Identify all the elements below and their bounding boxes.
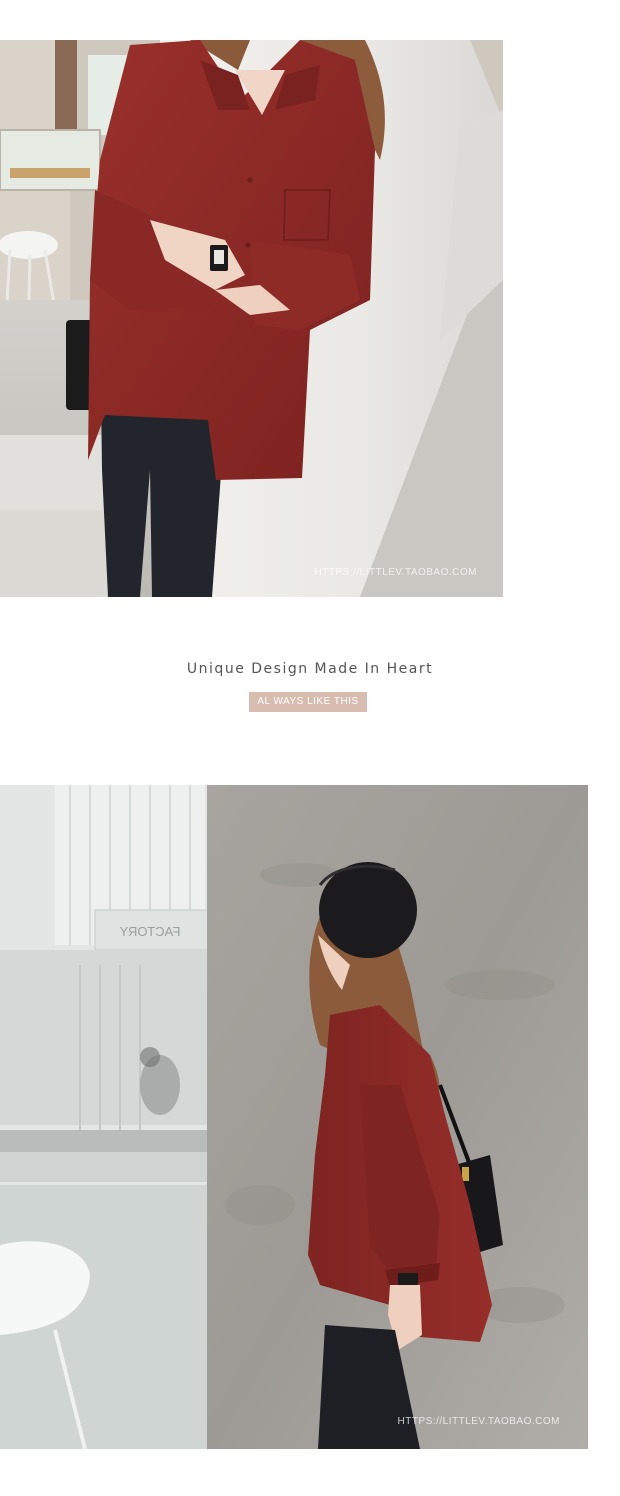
factory-sign: FACTORY bbox=[119, 924, 180, 939]
product-photo-front: HTTPS://LITTLEV.TAOBAO.COM bbox=[0, 40, 503, 597]
watermark: HTTPS://LITTLEV.TAOBAO.COM bbox=[314, 567, 477, 578]
watermark: HTTPS://LITTLEV.TAOBAO.COM bbox=[397, 1416, 560, 1427]
tagline-title: Unique Design Made In Heart bbox=[186, 661, 434, 677]
counter bbox=[0, 1130, 215, 1152]
tagline-badge: AL WAYS LIKE THIS bbox=[249, 692, 367, 712]
product-photo-back: FACTORY HTTPS://LITTLEV.TAOBAO.COM bbox=[0, 785, 588, 1449]
display-case bbox=[0, 129, 101, 191]
watch bbox=[398, 1273, 418, 1285]
beret bbox=[319, 862, 417, 958]
front-view-illustration bbox=[0, 40, 503, 597]
back-view-illustration: FACTORY bbox=[0, 785, 588, 1449]
